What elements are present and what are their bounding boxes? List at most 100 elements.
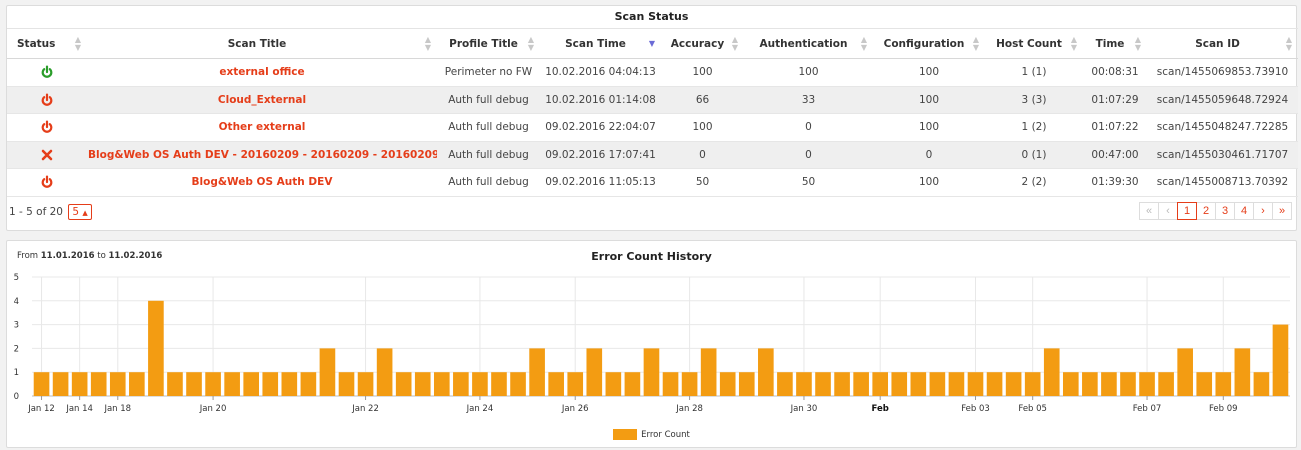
scan-time-cell: 09.02.2016 17:07:41 <box>540 141 661 169</box>
bar <box>1177 348 1193 396</box>
table-row[interactable]: Cloud_External Auth full debug 10.02.2016 … <box>7 86 1298 114</box>
column-header-authentication[interactable]: Authentication ▲︎ ▼︎ <box>744 28 873 59</box>
table-row[interactable]: Blog&Web OS Auth DEV Auth full debug 09.02… <box>7 168 1298 197</box>
sort-icon[interactable]: ▲︎ ▼︎ <box>861 35 867 52</box>
bar <box>71 372 88 396</box>
column-header-scan-time[interactable]: Scan Time ▼︎ <box>540 28 661 59</box>
power-icon <box>40 175 54 189</box>
x-tick-label: Jan 22 <box>351 404 379 414</box>
y-tick-label: 1 <box>14 368 19 378</box>
bar <box>967 372 984 396</box>
configuration-cell: 100 <box>873 58 985 87</box>
profile-title-cell: Auth full debug <box>437 86 540 114</box>
table-row[interactable]: Blog&Web OS Auth DEV - 20160209 - 201602… <box>7 141 1298 169</box>
sort-icon[interactable]: ▲︎ ▼︎ <box>1135 35 1141 52</box>
last-page-button[interactable]: » <box>1272 201 1292 220</box>
sort-icon[interactable]: ▲︎ ▼︎ <box>1071 35 1077 52</box>
column-header-scan-id[interactable]: Scan ID ▲︎ ▼︎ <box>1147 28 1298 59</box>
bar <box>719 372 736 396</box>
column-header-host-count[interactable]: Host Count ▲︎ ▼︎ <box>985 28 1083 59</box>
bar <box>777 372 793 396</box>
prev-page-button[interactable]: ‹ <box>1158 201 1178 220</box>
column-header-configuration[interactable]: Configuration ▲︎ ▼︎ <box>873 28 985 59</box>
page-button-2[interactable]: 2 <box>1196 201 1216 220</box>
next-page-button[interactable]: › <box>1253 201 1273 220</box>
bar <box>586 348 603 396</box>
bar <box>1139 372 1155 396</box>
page-button-4[interactable]: 4 <box>1234 201 1254 220</box>
sort-desc-icon[interactable]: ▼︎ <box>649 39 655 48</box>
pagination: « ‹ 1 2 3 4 › » <box>1139 201 1292 220</box>
bar <box>1082 372 1098 396</box>
x-tick-label: Jan 30 <box>790 404 818 414</box>
scan-title-cell[interactable]: Cloud_External <box>87 86 437 114</box>
x-icon <box>40 148 54 162</box>
table-footer: 1 - 5 of 20 5 ▲︎ « ‹ 1 2 3 4 › » <box>7 197 1296 227</box>
chart-legend[interactable]: Error Count <box>7 429 1296 440</box>
bar <box>376 348 393 396</box>
time-cell: 01:39:30 <box>1083 168 1147 197</box>
error-count-chart: 0 1 2 3 4 5 Jan 12 Jan 14 Jan 18 Jan 20 Jan 22 Jan … <box>14 273 1290 414</box>
bar <box>643 348 660 396</box>
scan-id-cell: scan/1455069853.73910 <box>1147 58 1298 87</box>
sort-icon[interactable]: ▲︎ ▼︎ <box>1286 35 1292 52</box>
sort-icon[interactable]: ▲︎ ▼︎ <box>973 35 979 52</box>
scan-title-cell[interactable]: external office <box>87 58 437 87</box>
bar <box>1120 372 1136 396</box>
column-header-accuracy[interactable]: Accuracy ▲︎ ▼︎ <box>661 28 744 59</box>
y-tick-label: 3 <box>14 321 19 331</box>
sort-icon[interactable]: ▲︎ ▼︎ <box>528 35 534 52</box>
first-page-button[interactable]: « <box>1139 201 1159 220</box>
column-header-status[interactable]: Status ▲︎ ▼︎ <box>7 28 87 59</box>
bar <box>1062 372 1079 396</box>
bar <box>453 372 469 396</box>
sort-icon[interactable]: ▲︎ ▼︎ <box>425 35 431 52</box>
page-button-1[interactable]: 1 <box>1177 201 1197 220</box>
time-cell: 00:08:31 <box>1083 58 1147 87</box>
bar <box>948 372 965 396</box>
configuration-cell: 0 <box>873 141 985 169</box>
page-size-select[interactable]: 5 ▲︎ <box>68 203 92 220</box>
profile-title-cell: Auth full debug <box>437 168 540 197</box>
configuration-cell: 100 <box>873 168 985 197</box>
status-cell <box>7 141 87 169</box>
scan-title-cell[interactable]: Other external <box>87 113 437 142</box>
accuracy-cell: 50 <box>661 168 744 197</box>
profile-title-cell: Perimeter no FW <box>437 58 540 87</box>
bar <box>1043 348 1060 396</box>
bar <box>986 372 1003 396</box>
column-header-time[interactable]: Time ▲︎ ▼︎ <box>1083 28 1147 59</box>
accuracy-cell: 0 <box>661 141 744 169</box>
sort-icon[interactable]: ▲︎ ▼︎ <box>732 35 738 52</box>
column-header-scan-title[interactable]: Scan Title ▲︎ ▼︎ <box>87 28 437 59</box>
bar <box>1234 348 1251 396</box>
scan-title-cell[interactable]: Blog&Web OS Auth DEV - 20160209 - 201602… <box>87 141 437 169</box>
host-count-cell: 2 (2) <box>985 168 1083 197</box>
y-tick-label: 5 <box>14 273 19 283</box>
x-tick-label: Jan 12 <box>27 404 55 414</box>
table-row[interactable]: Other external Auth full debug 09.02.2016 … <box>7 113 1298 142</box>
host-count-cell: 1 (1) <box>985 58 1083 87</box>
panel-title: Scan Status <box>614 10 689 23</box>
sort-icon[interactable]: ▲︎ ▼︎ <box>75 35 81 52</box>
bar <box>52 372 69 396</box>
legend-swatch <box>613 429 638 440</box>
bar <box>243 372 260 396</box>
scan-time-cell: 09.02.2016 22:04:07 <box>540 113 661 142</box>
power-icon <box>40 93 54 107</box>
table-row[interactable]: external office Perimeter no FW 10.02.2016… <box>7 58 1298 87</box>
bar <box>186 372 202 396</box>
status-cell <box>7 168 87 197</box>
page-button-3[interactable]: 3 <box>1215 201 1235 220</box>
authentication-cell: 50 <box>744 168 873 197</box>
x-tick-label: Jan 24 <box>466 404 494 414</box>
column-header-profile-title[interactable]: Profile Title ▲︎ ▼︎ <box>437 28 540 59</box>
x-tick-label: Jan 18 <box>103 404 131 414</box>
chart-title: Error Count History <box>591 250 712 263</box>
bar <box>338 372 355 396</box>
scan-title-cell[interactable]: Blog&Web OS Auth DEV <box>87 168 437 197</box>
accuracy-cell: 66 <box>661 86 744 114</box>
scan-id-cell: scan/1455030461.71707 <box>1147 141 1298 169</box>
x-tick-label: Jan 20 <box>199 404 227 414</box>
bar <box>1005 372 1022 396</box>
